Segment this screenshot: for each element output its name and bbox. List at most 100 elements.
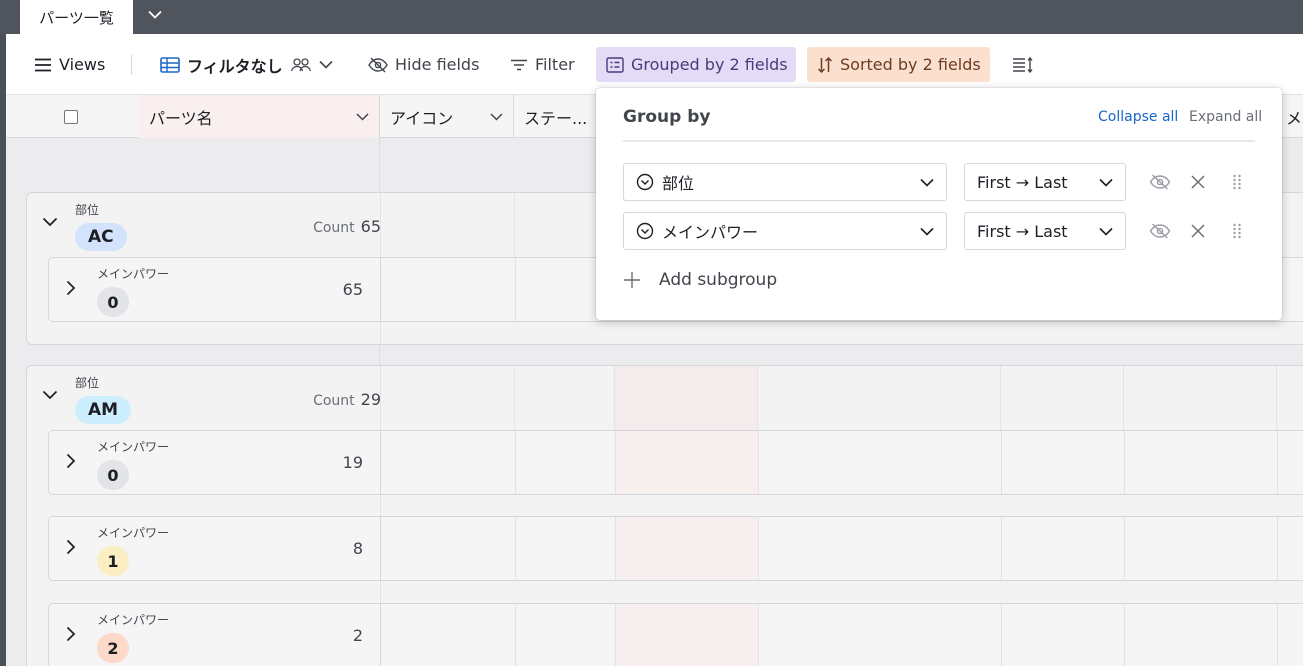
group-count: Count 65 (313, 217, 381, 236)
column-divider (515, 431, 516, 494)
add-subgroup-label: Add subgroup (659, 270, 778, 290)
view-toolbar: Views フィルタなし Hide fields Filter Grouped … (6, 34, 1303, 95)
group-value-pill: AC (75, 223, 127, 251)
single-select-icon (636, 222, 654, 240)
column-tint (614, 366, 757, 430)
add-subgroup-button[interactable]: Add subgroup (623, 270, 777, 290)
column-status-label: ステー... (524, 108, 588, 128)
collapse-all-link[interactable]: Collapse all (1098, 109, 1178, 125)
group-field-label: 部位 (75, 376, 100, 390)
subgroup-field-label: メインパワー (97, 526, 170, 540)
column-divider (1001, 517, 1002, 580)
group-field-select[interactable]: 部位 (623, 163, 947, 201)
subgroup-value-pill: 2 (97, 633, 129, 663)
remove-subgroup-button[interactable] (1187, 220, 1209, 242)
toolbar-divider (131, 55, 132, 75)
expand-all-link[interactable]: Expand all (1189, 109, 1262, 125)
chevron-right-icon[interactable] (66, 453, 76, 469)
hide-empty-groups-button[interactable] (1149, 220, 1171, 242)
chevron-down-icon (1099, 178, 1113, 187)
group-by-popover: Group by Collapse all Expand all 部位 Firs… (596, 88, 1282, 320)
tab-menu-button[interactable] (138, 0, 172, 28)
column-header-name[interactable]: パーツ名 (139, 95, 380, 138)
eye-off-icon (368, 57, 388, 72)
chevron-down-icon[interactable] (356, 112, 369, 121)
column-divider (1000, 366, 1001, 430)
grouped-label: Grouped by 2 fields (631, 55, 788, 74)
column-divider (758, 604, 759, 666)
subgroup-count: 2 (352, 626, 363, 645)
group-field-label: 部位 (75, 203, 100, 217)
column-divider (1124, 517, 1125, 580)
column-divider (757, 366, 758, 430)
group-header[interactable]: 部位 AM Count 29 (27, 366, 381, 430)
select-all-checkbox[interactable] (64, 109, 78, 124)
subgroup-field-label: メインパワー (97, 613, 170, 627)
subgroup-field-label: メインパワー (97, 440, 170, 454)
column-tint (615, 604, 758, 666)
column-divider (615, 517, 616, 580)
chevron-down-icon (1099, 227, 1113, 236)
group-count: Count 29 (313, 390, 381, 409)
hide-empty-groups-button[interactable] (1149, 171, 1171, 193)
view-name: フィルタなし (187, 56, 283, 76)
group-button[interactable]: Grouped by 2 fields (596, 47, 796, 82)
subgroup-value-pill: 0 (97, 460, 129, 490)
subgroup-order-select[interactable]: First → Last (964, 212, 1126, 250)
filter-button[interactable]: Filter (500, 47, 585, 82)
column-divider (1277, 517, 1278, 580)
subgroup-header[interactable]: メインパワー 2 2 (49, 604, 381, 666)
chevron-right-icon[interactable] (66, 280, 76, 296)
chevron-right-icon[interactable] (66, 626, 76, 642)
close-icon (1191, 224, 1205, 238)
chevron-down-icon[interactable] (490, 112, 503, 121)
subgroup-field-select[interactable]: メインパワー (623, 212, 947, 250)
remove-group-button[interactable] (1187, 171, 1209, 193)
plus-icon (624, 272, 640, 288)
column-divider (758, 431, 759, 494)
subgroup-row: メインパワー 1 8 (48, 516, 1303, 581)
people-icon (290, 57, 311, 71)
order-select-value: First → Last (977, 221, 1068, 241)
count-label: Count (313, 393, 355, 409)
subgroup-header[interactable]: メインパワー 1 8 (49, 517, 381, 580)
subgroup-header[interactable]: メインパワー 0 65 (49, 258, 381, 321)
hide-fields-button[interactable]: Hide fields (358, 47, 489, 82)
subgroup-header[interactable]: メインパワー 0 19 (49, 431, 381, 494)
column-divider (515, 517, 516, 580)
group-header[interactable]: 部位 AC Count 65 (27, 193, 381, 257)
eye-off-icon (1149, 223, 1171, 239)
field-select-value: メインパワー (662, 223, 759, 242)
column-divider (1277, 431, 1278, 494)
chevron-down-icon[interactable] (42, 390, 58, 400)
drag-handle-icon (1233, 223, 1241, 239)
column-divider (614, 366, 615, 430)
sort-icon (817, 56, 833, 73)
count-label: Count (313, 220, 355, 236)
drag-handle-icon (1233, 174, 1241, 190)
column-header-icon[interactable]: アイコン (380, 95, 514, 138)
column-divider (515, 258, 516, 321)
subgroup-field-label: メインパワー (97, 267, 170, 281)
column-divider (514, 366, 515, 430)
views-button[interactable]: Views (24, 47, 115, 82)
popover-divider (623, 140, 1255, 142)
tab-parts-list[interactable]: パーツ一覧 (20, 0, 133, 34)
column-tint (615, 431, 758, 494)
group-order-select[interactable]: First → Last (964, 163, 1126, 201)
subgroup-count: 65 (342, 280, 363, 299)
chevron-right-icon[interactable] (66, 539, 76, 555)
sorted-label: Sorted by 2 fields (840, 55, 981, 74)
drag-handle[interactable] (1226, 171, 1248, 193)
close-icon (1191, 175, 1205, 189)
sort-button[interactable]: Sorted by 2 fields (807, 47, 990, 82)
chevron-down-icon (319, 60, 333, 69)
chevron-down-icon[interactable] (42, 217, 58, 227)
column-divider (1123, 366, 1124, 430)
subgroup-count: 19 (342, 453, 363, 472)
column-icon-label: アイコン (390, 108, 454, 128)
row-height-button[interactable] (1002, 47, 1044, 82)
field-select-value: 部位 (662, 174, 695, 193)
view-switcher[interactable]: フィルタなし (150, 47, 343, 82)
drag-handle[interactable] (1226, 220, 1248, 242)
